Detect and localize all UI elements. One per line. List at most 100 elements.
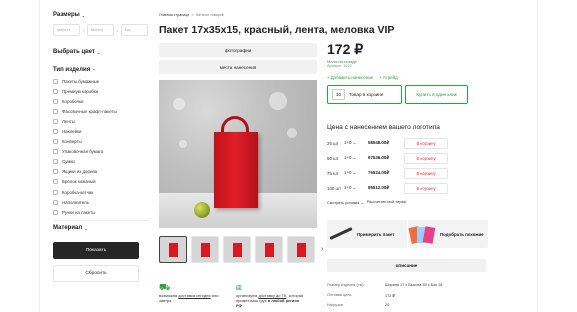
one-click-button[interactable]: Купить в один клик — [405, 85, 468, 104]
add-to-cart-button[interactable]: В корзину — [404, 152, 448, 164]
tab-print-places[interactable]: места нанесения — [159, 60, 317, 74]
next-arrow-icon[interactable]: › — [321, 246, 323, 253]
add-to-cart-button[interactable]: В корзину — [404, 182, 448, 194]
type-option-label: Ручки на пакеты — [62, 209, 96, 215]
conditions-link[interactable]: Смотреть условия ⌄ — [327, 200, 364, 205]
try-on-bag-card[interactable]: Примерить пакет — [327, 220, 407, 248]
type-option[interactable]: Ящики из дерева — [53, 167, 148, 177]
add-print-link[interactable]: + Добавить нанесение — [327, 75, 373, 80]
quantity-stepper[interactable]: 10 — [332, 89, 345, 100]
delivery-link[interactable]: доставка сегодня — [178, 293, 210, 298]
add-atrif-link[interactable]: + Атрейд — [379, 75, 398, 80]
spec-value: 172 ₽ — [385, 293, 395, 298]
type-option[interactable]: Наклейки — [53, 126, 148, 136]
similar-bags-card[interactable]: Подобрать похожие — [408, 220, 488, 248]
bag-shape — [422, 226, 436, 244]
type-option-label: Наполнитель — [62, 199, 89, 205]
width-input[interactable]: Ширина — [53, 24, 81, 36]
similar-label: Подобрать похожие — [440, 231, 484, 237]
filter-sidebar: Размеры ⌄ Ширина × Высота × Бок Выбрать … — [53, 12, 148, 283]
type-filter-toggle[interactable]: Тип изделия ⌃ — [53, 67, 148, 73]
spec-key: Размер изделия (см): — [327, 283, 365, 287]
quantity-value: 10 — [335, 92, 342, 97]
checkbox[interactable] — [53, 189, 58, 195]
in-cart-status[interactable]: Товар в корзине — [349, 92, 383, 97]
type-option[interactable]: Конверты — [53, 137, 148, 147]
breadcrumb-current[interactable]: Каталог товаров — [196, 13, 223, 17]
thumbnail[interactable] — [287, 236, 315, 263]
checkbox[interactable] — [53, 78, 58, 84]
checkbox[interactable] — [53, 159, 58, 165]
thumbnail[interactable] — [159, 236, 187, 263]
checkbox[interactable] — [53, 88, 58, 94]
show-button[interactable]: Показать — [53, 242, 139, 260]
height-input[interactable]: Высота — [86, 24, 115, 36]
spec-table: Размер изделия (см): Ширина 17 x Высота 3… — [327, 280, 442, 310]
type-option[interactable]: Коробочки — [53, 96, 148, 106]
price-row: 75 шт 1+0 ⌄ 76524.00₽ В корзину — [327, 167, 448, 179]
type-option-label: Коробка-кетчак — [62, 189, 94, 195]
row-colors: 1+0 — [344, 170, 352, 175]
breadcrumb-home-link[interactable]: Главная страница — [159, 13, 189, 17]
add-to-cart-button[interactable]: В корзину — [404, 167, 448, 179]
checkbox[interactable] — [53, 139, 58, 145]
tab-photos[interactable]: фотографии — [159, 43, 317, 57]
bags-icon — [408, 223, 436, 245]
add-to-cart-button[interactable]: В корзину — [404, 137, 448, 149]
type-option[interactable]: Коробка-кетчак — [53, 187, 148, 197]
cart-box: 10 Товар в корзине — [327, 85, 402, 104]
color-select[interactable]: 1+0 ⌄ — [344, 170, 368, 176]
side-input[interactable]: Бок — [120, 24, 148, 36]
count-tirage-link[interactable]: Рассчитать мой тираж — [367, 200, 406, 205]
type-option-label: Конверты — [62, 139, 82, 145]
type-option-label: Премиум коробки — [62, 88, 99, 94]
type-option[interactable]: Пакеты бумажные — [53, 76, 148, 86]
color-select[interactable]: 1+0 ⌄ — [344, 185, 368, 191]
color-select[interactable]: 1+0 ⌄ — [344, 140, 368, 146]
row-qty: 75 шт — [327, 170, 339, 176]
row-price: 67536.00₽ — [368, 155, 390, 160]
row-colors: 1+0 — [344, 155, 352, 160]
type-option[interactable]: Фасовочные крафт-пакеты — [53, 106, 148, 116]
checkbox[interactable] — [53, 169, 58, 175]
product-photo[interactable] — [159, 80, 317, 228]
checkbox[interactable] — [53, 98, 58, 104]
color-filter-toggle[interactable]: Выбрать цвет ⌄ — [53, 49, 148, 55]
type-option[interactable]: Наполнитель — [53, 197, 148, 207]
bokeh-light — [173, 98, 185, 110]
row-price: 85512.00₽ — [368, 185, 390, 190]
apple — [194, 202, 210, 218]
type-option[interactable]: Брелок кожаный — [53, 177, 148, 187]
spec-row: Размер изделия (см): Ширина 17 x Высота 3… — [327, 280, 442, 290]
checkbox[interactable] — [53, 149, 58, 155]
type-option[interactable]: Премиум коробки — [53, 86, 148, 96]
type-option[interactable]: Сумки — [53, 157, 148, 167]
article-number: Артикул: 1522 — [327, 64, 352, 68]
checkbox[interactable] — [53, 199, 58, 205]
checkbox[interactable] — [53, 179, 58, 185]
type-option-label: Пакеты бумажные — [62, 78, 100, 84]
thumbnail[interactable] — [255, 236, 283, 263]
checkbox[interactable] — [53, 209, 58, 215]
type-option[interactable]: Ленты — [53, 116, 148, 126]
sizes-label: Размеры — [53, 12, 80, 18]
breadcrumb-separator: / — [192, 13, 194, 17]
checkbox[interactable] — [53, 118, 58, 124]
spec-row: Оптовая цена 172 ₽ — [327, 290, 442, 300]
type-option[interactable]: Ручки на пакеты — [53, 207, 148, 217]
type-option[interactable]: Упаковочная бумага — [53, 147, 148, 157]
material-filter-toggle[interactable]: Материал ⌄ — [53, 225, 148, 231]
chevron-down-icon: ⌄ — [96, 49, 101, 55]
checkbox[interactable] — [53, 108, 58, 114]
type-list: Пакеты бумажные Премиум коробки Коробочк… — [53, 76, 148, 217]
thumbnail[interactable] — [191, 236, 219, 263]
truck-icon: ⛟ — [159, 282, 171, 292]
sizes-filter-toggle[interactable]: Размеры ⌄ — [53, 12, 148, 18]
thumbnail-bag — [232, 242, 242, 257]
tab-description[interactable]: описание — [327, 259, 486, 272]
thumbnail[interactable] — [223, 236, 251, 263]
color-select[interactable]: 1+0 ⌄ — [344, 155, 368, 161]
type-option-label: Брелок кожаный — [62, 179, 96, 185]
reset-button[interactable]: Сбросить — [53, 265, 139, 283]
checkbox[interactable] — [53, 129, 58, 135]
